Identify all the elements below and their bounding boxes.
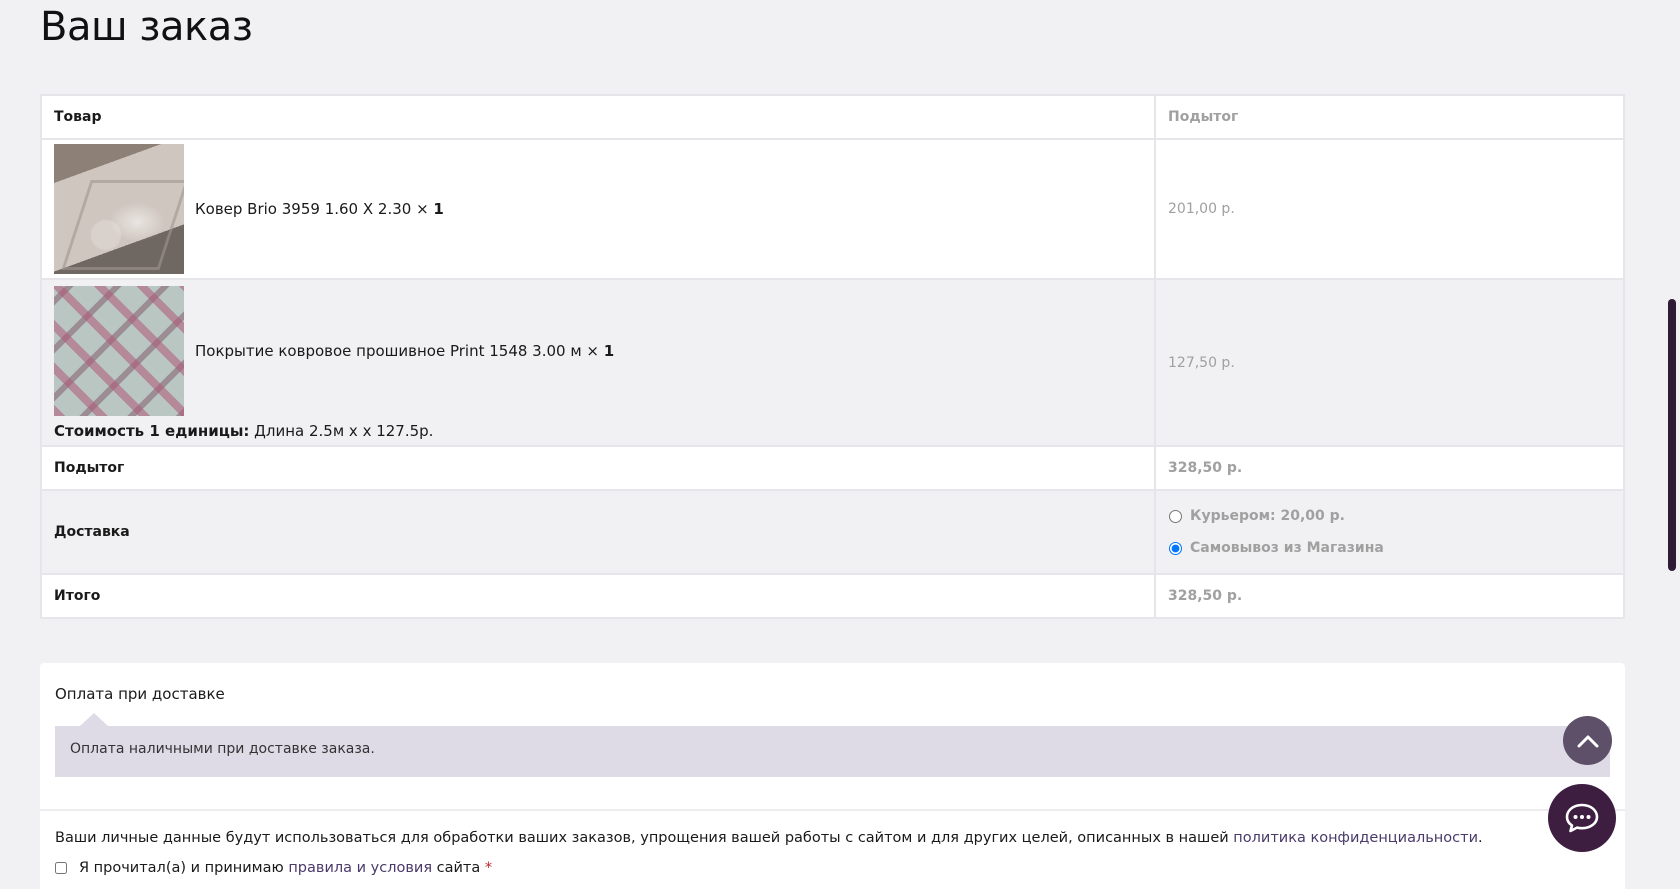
product-subtotal-cell: 201,00 р.	[1154, 138, 1625, 280]
scroll-to-top-button[interactable]	[1563, 716, 1612, 765]
cart-subtotal-label: Подытог	[40, 445, 1156, 491]
divider	[40, 809, 1625, 811]
page-scrollbar[interactable]	[1668, 299, 1676, 571]
product-subtotal-cell: 127,50 р.	[1154, 278, 1625, 447]
chat-button[interactable]	[1548, 784, 1616, 852]
payment-method-label[interactable]: Оплата при доставке	[55, 685, 225, 703]
product-subtotal: 201,00 р.	[1168, 201, 1235, 217]
cart-subtotal-value: 328,50 р.	[1168, 460, 1243, 476]
order-total-value: 328,50 р.	[1168, 588, 1243, 604]
product-cell: Покрытие ковровое прошивное Print 1548 3…	[40, 278, 1156, 447]
product-quantity: 1	[603, 341, 615, 360]
required-mark: *	[484, 860, 493, 876]
shipping-methods: Курьером: 20,00 р. Самовывоз из Магазина	[1168, 500, 1611, 564]
terms-label: Я прочитал(а) и принимаю правила и услов…	[79, 860, 493, 876]
shipping-option-label[interactable]: Курьером: 20,00 р.	[1190, 508, 1345, 524]
carpet-print-photo	[54, 285, 184, 416]
order-total-label: Итого	[40, 573, 1156, 619]
shipping-option-courier[interactable]: Курьером: 20,00 р.	[1168, 500, 1611, 532]
shipping-option-label[interactable]: Самовывоз из Магазина	[1190, 540, 1384, 556]
terms-checkbox[interactable]	[55, 862, 67, 874]
payment-section: Оплата при доставке Оплата наличными при…	[40, 663, 1625, 889]
chevron-up-icon	[1577, 735, 1598, 747]
table-header-row: Товар Подытог	[40, 94, 1625, 140]
unit-cost-meta: Стоимость 1 единицы: Длина 2.5м x x 127.…	[54, 422, 1142, 440]
unit-cost-label: Стоимость 1 единицы:	[54, 421, 250, 440]
product-subtotal: 127,50 р.	[1168, 354, 1235, 371]
rug-photo	[54, 144, 184, 274]
subtotal-column-header: Подытог	[1154, 94, 1625, 140]
product-name: Ковер Brio 3959 1.60 X 2.30 × 1	[195, 200, 444, 218]
unit-cost-value: Длина 2.5м x x 127.5р.	[254, 421, 434, 440]
order-review-table: Товар Подытог Ковер Brio 3959 1.60 X 2.3…	[40, 94, 1625, 619]
table-row: Ковер Brio 3959 1.60 X 2.30 × 1 201,00 р…	[40, 138, 1625, 280]
chat-bubble-icon	[1565, 803, 1599, 833]
cart-subtotal-row: Подытог 328,50 р.	[40, 445, 1625, 491]
product-quantity: 1	[433, 200, 444, 218]
payment-method-description: Оплата наличными при доставке заказа.	[55, 713, 1610, 777]
terms-checkbox-row[interactable]: Я прочитал(а) и принимаю правила и услов…	[55, 860, 492, 876]
shipping-radio-pickup[interactable]	[1169, 541, 1182, 555]
privacy-policy-text: Ваши личные данные будут использоваться …	[55, 830, 1483, 846]
product-cell: Ковер Brio 3959 1.60 X 2.30 × 1	[40, 138, 1156, 280]
shipping-radio-courier[interactable]	[1169, 509, 1182, 523]
order-total-row: Итого 328,50 р.	[40, 573, 1625, 619]
shipping-row: Доставка Курьером: 20,00 р. Самовывоз из…	[40, 489, 1625, 575]
product-name: Покрытие ковровое прошивное Print 1548 3…	[195, 341, 615, 360]
table-row: Покрытие ковровое прошивное Print 1548 3…	[40, 278, 1625, 447]
privacy-policy-link[interactable]: политика конфиденциальности	[1233, 830, 1478, 846]
product-column-header: Товар	[40, 94, 1156, 140]
shipping-label: Доставка	[40, 489, 1156, 575]
terms-link[interactable]: правила и условия	[288, 860, 432, 876]
shipping-option-pickup[interactable]: Самовывоз из Магазина	[1168, 532, 1611, 564]
page-title: Ваш заказ	[40, 4, 253, 50]
